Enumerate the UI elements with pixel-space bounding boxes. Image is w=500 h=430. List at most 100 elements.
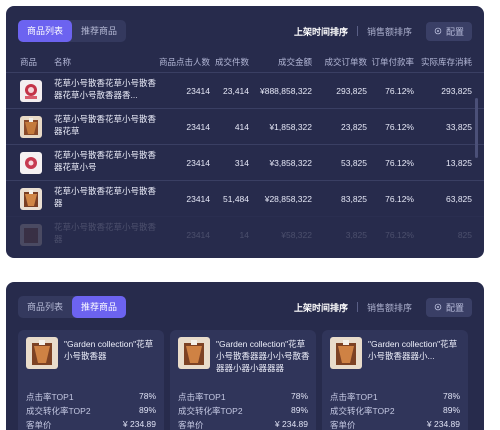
product-card[interactable]: "Garden collection"花草小号散香器器小小号散香器器小器小器器器… xyxy=(170,330,316,430)
sort-by-sales[interactable]: 销售额排序 xyxy=(367,301,412,314)
table-header: 商品 名称 商品点击人数 成交件数 成交金额 成交订单数 订单付款率 实际库存消… xyxy=(6,52,484,72)
sort-controls: 上架时间排序 销售额排序 配置 xyxy=(294,296,472,318)
tab-recommended[interactable]: 推荐商品 xyxy=(72,296,127,318)
tab-recommended[interactable]: 推荐商品 xyxy=(72,20,126,42)
cell-units: 51,484 xyxy=(223,194,249,204)
panel-header: 商品列表 推荐商品 上架时间排序 销售额排序 配置 xyxy=(18,20,472,42)
col-orders: 成交订单数 xyxy=(324,57,367,67)
card-title: "Garden collection"花草小号散香器 xyxy=(64,339,154,361)
panel-header: 商品列表 推荐商品 上架时间排序 销售额排序 配置 xyxy=(18,296,472,318)
stat-value: 78% xyxy=(442,391,460,401)
gear-icon xyxy=(434,303,442,311)
tab-product-list[interactable]: 商品列表 xyxy=(18,20,73,42)
product-card[interactable]: "Garden collection"花草小号散香器 点击率TOP1 78% 成交… xyxy=(18,330,164,430)
stat-value: 89% xyxy=(442,405,460,415)
diffuser-image xyxy=(178,337,210,369)
divider xyxy=(356,302,358,312)
scrollbar[interactable] xyxy=(475,98,478,158)
product-card[interactable]: "Garden collection"花草小号散香器器小... 点击率TOP1 7… xyxy=(322,330,468,430)
tab-group: 商品列表 推荐商品 xyxy=(18,20,127,42)
recommend-cards: "Garden collection"花草小号散香器 点击率TOP1 78% 成交… xyxy=(18,330,484,430)
cell-stock: 825 xyxy=(457,230,472,240)
cell-clicks: 23414 xyxy=(186,194,210,204)
product-name: 花草小号散香花草小号散香器花草 xyxy=(54,114,157,136)
cell-amount: ¥3,858,322 xyxy=(269,158,312,168)
product-name: 花草小号散香花草小号散香器 xyxy=(54,186,157,208)
col-units: 成交件数 xyxy=(214,57,249,67)
col-name: 名称 xyxy=(54,57,72,67)
product-thumbnail xyxy=(20,116,42,138)
stat-label: 成交转化率TOP2 xyxy=(330,406,395,416)
cell-orders: 3,825 xyxy=(345,230,367,240)
card-title: "Garden collection"花草小号散香器器小小号散香器器小器小器器器 xyxy=(216,339,310,373)
product-image xyxy=(330,337,362,369)
cell-stock: 13,825 xyxy=(446,158,472,168)
stat-value: ¥ 234.89 xyxy=(274,419,308,429)
config-button[interactable]: 配置 xyxy=(425,21,472,41)
cell-amount: ¥888,858,322 xyxy=(260,86,312,96)
stat-label: 成交转化率TOP2 xyxy=(178,406,243,416)
recommended-panel: 商品列表 推荐商品 上架时间排序 销售额排序 配置 "Garden collec… xyxy=(6,282,484,430)
config-button[interactable]: 配置 xyxy=(425,297,472,317)
stat-row: 客单价 ¥ 234.89 xyxy=(330,419,460,430)
stat-label: 点击率TOP1 xyxy=(330,392,378,402)
col-amount: 成交金额 xyxy=(277,57,312,67)
product-image xyxy=(26,337,58,369)
divider xyxy=(356,26,358,36)
cell-amount: ¥28,858,322 xyxy=(264,194,312,204)
col-stock: 实际库存消耗 xyxy=(420,57,472,67)
stat-row: 成交转化率TOP2 89% xyxy=(26,405,156,417)
tab-group: 商品列表 推荐商品 xyxy=(18,296,127,318)
product-thumbnail xyxy=(20,152,42,174)
sort-by-listing-time[interactable]: 上架时间排序 xyxy=(294,25,348,38)
diffuser-image xyxy=(20,188,42,210)
cell-stock: 63,825 xyxy=(446,194,472,204)
cell-clicks: 23414 xyxy=(186,158,210,168)
cell-orders: 23,825 xyxy=(341,122,367,132)
cell-orders: 83,825 xyxy=(341,194,367,204)
sort-by-listing-time[interactable]: 上架时间排序 xyxy=(294,301,348,314)
table-row[interactable]: 花草小号散香花草小号散香器 23414 51,484 ¥28,858,322 8… xyxy=(6,180,484,216)
product-name: 花草小号散香花草小号散香器花草小号散香器香... xyxy=(54,78,157,100)
sort-by-sales[interactable]: 销售额排序 xyxy=(367,25,412,38)
cell-amount: ¥1,858,322 xyxy=(269,122,312,132)
product-list-panel: 商品列表 推荐商品 上架时间排序 销售额排序 配置 商品 名称 商品点击人数 成… xyxy=(6,6,484,258)
table-row[interactable]: 花草小号散香花草小号散香器花草小号 23414 314 ¥3,858,322 5… xyxy=(6,144,484,180)
stat-label: 成交转化率TOP2 xyxy=(26,406,91,416)
cell-clicks: 23414 xyxy=(186,122,210,132)
diffuser-image xyxy=(330,337,362,369)
cell-amount: ¥58,322 xyxy=(281,230,312,240)
stat-label: 点击率TOP1 xyxy=(26,392,74,402)
gear-icon xyxy=(434,27,442,35)
stat-value: 78% xyxy=(290,391,308,401)
product-thumbnail xyxy=(20,224,42,246)
stat-value: 89% xyxy=(138,405,156,415)
product-name: 花草小号散香花草小号散香器 xyxy=(54,222,157,244)
cell-orders: 53,825 xyxy=(341,158,367,168)
cell-pay-rate: 76.12% xyxy=(385,86,414,96)
stat-row: 点击率TOP1 78% xyxy=(330,391,460,403)
stat-row: 成交转化率TOP2 89% xyxy=(178,405,308,417)
col-product: 商品 xyxy=(20,57,38,67)
cell-pay-rate: 76.12% xyxy=(385,158,414,168)
col-clicks: 商品点击人数 xyxy=(158,57,210,67)
diffuser-image xyxy=(20,152,42,174)
config-label: 配置 xyxy=(445,302,464,313)
table-body: 花草小号散香花草小号散香器花草小号散香器香... 23414 23,414 ¥8… xyxy=(6,72,484,258)
product-thumbnail xyxy=(20,188,42,210)
stat-label: 客单价 xyxy=(178,420,204,430)
stat-label: 点击率TOP1 xyxy=(178,392,226,402)
table-row[interactable]: 花草小号散香花草小号散香器花草 23414 414 ¥1,858,322 23,… xyxy=(6,108,484,144)
table-row[interactable]: 花草小号散香花草小号散香器花草小号散香器香... 23414 23,414 ¥8… xyxy=(6,72,484,108)
stat-row: 点击率TOP1 78% xyxy=(26,391,156,403)
stat-row: 点击率TOP1 78% xyxy=(178,391,308,403)
table-row[interactable]: 花草小号散香花草小号散香器 23414 14 ¥58,322 3,825 76.… xyxy=(6,216,484,252)
cell-pay-rate: 76.12% xyxy=(385,122,414,132)
stat-value: ¥ 234.89 xyxy=(426,419,460,429)
diffuser-image xyxy=(26,337,58,369)
tab-product-list[interactable]: 商品列表 xyxy=(18,296,72,318)
cell-units: 414 xyxy=(234,122,249,132)
cell-orders: 293,825 xyxy=(336,86,367,96)
config-label: 配置 xyxy=(445,26,464,37)
product-name: 花草小号散香花草小号散香器花草小号 xyxy=(54,150,157,172)
